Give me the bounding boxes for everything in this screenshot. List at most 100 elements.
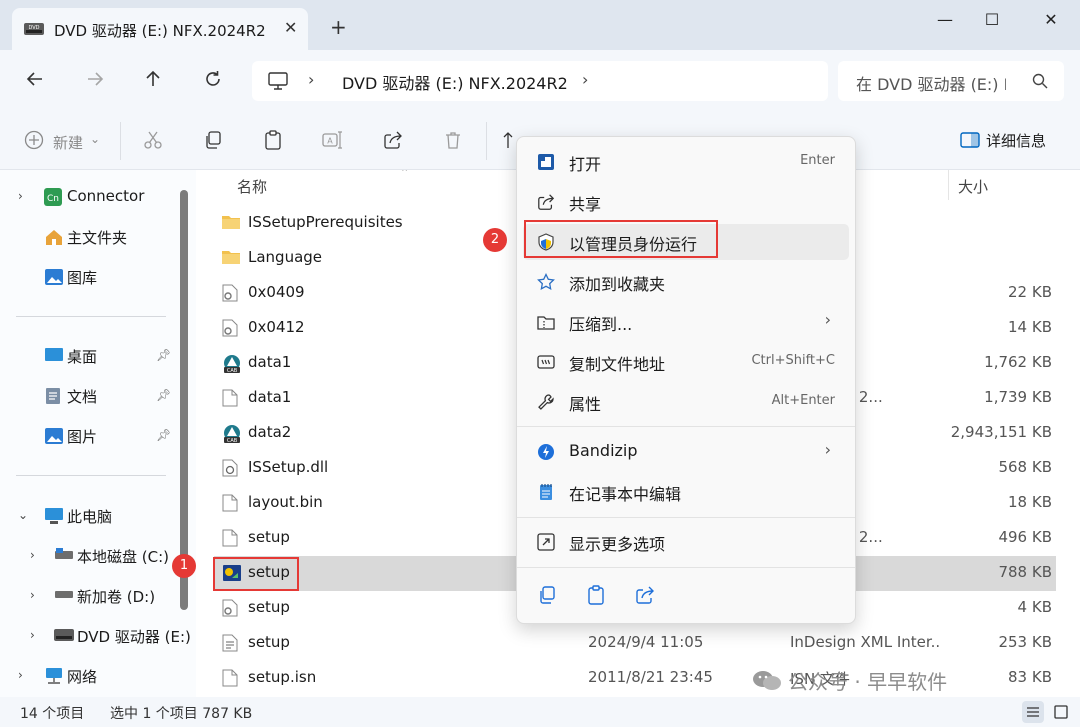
- tiles-view-button[interactable]: [1050, 701, 1072, 723]
- refresh-button[interactable]: [196, 64, 230, 98]
- sidebar-item-home[interactable]: 主文件夹: [0, 220, 180, 254]
- sidebar-item-drive-d[interactable]: › 新加卷 (D:): [0, 579, 180, 613]
- step-badge-1: 1: [172, 554, 196, 578]
- details-button[interactable]: 详细信息: [960, 130, 1046, 151]
- file-size: 83 KB: [1008, 668, 1052, 686]
- file-name: setup: [248, 633, 290, 651]
- svg-text:CAB: CAB: [227, 438, 238, 444]
- column-divider[interactable]: [948, 170, 949, 200]
- file-name: data1: [248, 388, 292, 406]
- breadcrumb-chevron-icon[interactable]: ›: [582, 70, 588, 89]
- up-button[interactable]: [136, 64, 170, 98]
- close-window-button[interactable]: ✕: [1026, 6, 1076, 34]
- pin-icon[interactable]: 📌︎: [156, 388, 171, 402]
- sidebar-item-label: 此电脑: [67, 508, 113, 526]
- copy-icon[interactable]: [203, 130, 223, 154]
- file-name: ISSetup.dll: [248, 458, 329, 476]
- menu-share-icon[interactable]: [635, 585, 655, 609]
- bandizip-icon: [537, 443, 555, 465]
- chevron-right-icon[interactable]: ›: [18, 189, 23, 203]
- menu-item-notepad[interactable]: 在记事本中编辑: [523, 474, 849, 510]
- back-button[interactable]: [18, 64, 52, 98]
- monitor-icon: [268, 72, 288, 94]
- menu-item-more-options[interactable]: 显示更多选项: [523, 524, 849, 560]
- menu-item-properties[interactable]: 属性 Alt+Enter: [523, 384, 849, 420]
- connector-app-icon: Cn: [44, 188, 62, 210]
- menu-shortcut: Enter: [800, 153, 835, 168]
- address-row: › DVD 驱动器 (E:) NFX.2024R2 › 在 DVD 驱动器 (E…: [0, 50, 1080, 112]
- forward-button[interactable]: [78, 64, 112, 98]
- share-icon[interactable]: [383, 130, 403, 154]
- pictures-icon: [44, 427, 64, 449]
- file-icon: [222, 389, 238, 411]
- new-icon[interactable]: [24, 130, 44, 154]
- settings-file-icon: [222, 319, 238, 341]
- file-name: setup: [248, 528, 290, 546]
- chevron-down-icon[interactable]: ⌄: [18, 508, 28, 522]
- sort-icon[interactable]: [503, 130, 517, 154]
- menu-item-copy-path[interactable]: 复制文件地址 Ctrl+Shift+C: [523, 344, 849, 380]
- sidebar-item-label: 网络: [67, 668, 98, 686]
- menu-item-share[interactable]: 共享: [523, 184, 849, 220]
- menu-item-add-favorites[interactable]: 添加到收藏夹: [523, 264, 849, 300]
- menu-item-bandizip[interactable]: Bandizip ›: [523, 434, 849, 470]
- share-icon: [537, 193, 555, 215]
- tab-close-icon[interactable]: ✕: [284, 18, 297, 37]
- chevron-right-icon[interactable]: ›: [30, 628, 35, 642]
- minimize-button[interactable]: —: [920, 6, 970, 34]
- sort-ascending-icon: ⌃: [400, 170, 410, 179]
- new-tab-button[interactable]: +: [330, 17, 347, 37]
- pin-icon[interactable]: 📌︎: [156, 348, 171, 362]
- chevron-right-icon[interactable]: ›: [30, 548, 35, 562]
- file-icon: [222, 669, 238, 691]
- window-tab[interactable]: DVD DVD 驱动器 (E:) NFX.2024R2 ✕: [12, 8, 308, 50]
- menu-item-label: Bandizip: [569, 441, 638, 460]
- new-button[interactable]: 新建: [53, 132, 83, 153]
- column-header-name[interactable]: 名称: [237, 176, 267, 197]
- toolbar-divider: [486, 122, 487, 160]
- menu-item-compress[interactable]: 压缩到... ›: [523, 304, 849, 340]
- sidebar-item-documents[interactable]: 文档 📌︎: [0, 379, 180, 413]
- delete-icon[interactable]: [443, 130, 463, 154]
- paste-icon[interactable]: [263, 130, 283, 154]
- sidebar-item-this-pc[interactable]: ⌄ 此电脑: [0, 499, 180, 533]
- watermark-text: 公众号 · 早早软件: [788, 670, 948, 694]
- sidebar-item-dvd-e[interactable]: › DVD 驱动器 (E:): [0, 619, 191, 653]
- chevron-down-icon[interactable]: ⌄: [90, 132, 100, 146]
- file-size: 2,943,151 KB: [950, 423, 1052, 441]
- folder-icon: [222, 214, 240, 234]
- title-bar: DVD DVD 驱动器 (E:) NFX.2024R2 ✕ + — ☐ ✕: [0, 0, 1080, 50]
- settings-file-icon: [222, 599, 238, 621]
- sidebar-item-desktop[interactable]: 桌面 📌︎: [0, 339, 180, 373]
- arrow-left-icon: [26, 72, 42, 86]
- menu-item-open[interactable]: 打开 Enter: [523, 144, 849, 180]
- tiles-view-icon: [1054, 705, 1068, 719]
- breadcrumb-chevron-icon[interactable]: ›: [308, 70, 314, 89]
- sidebar-item-pictures[interactable]: 图片 📌︎: [0, 419, 180, 453]
- menu-copy-icon[interactable]: [537, 585, 557, 609]
- folder-icon: [222, 249, 240, 269]
- rename-icon[interactable]: A: [322, 130, 342, 154]
- menu-paste-icon[interactable]: [586, 585, 606, 609]
- sidebar-item-gallery[interactable]: 图库: [0, 260, 180, 294]
- sidebar-item-drive-c[interactable]: › 本地磁盘 (C:): [0, 539, 180, 573]
- menu-item-label: 显示更多选项: [569, 535, 666, 554]
- chevron-right-icon[interactable]: ›: [30, 588, 35, 602]
- desktop-icon: [44, 347, 64, 367]
- pin-icon[interactable]: 📌︎: [156, 428, 171, 442]
- sidebar-item-connector[interactable]: › Cn Connector: [0, 180, 180, 214]
- file-row[interactable]: setup 2024/9/4 11:05 InDesign XML Inter...…: [214, 626, 1056, 661]
- details-view-button[interactable]: [1022, 701, 1044, 723]
- menu-divider: [517, 426, 855, 427]
- sidebar-item-network[interactable]: › 网络: [0, 659, 180, 693]
- watermark: 公众号 · 早早软件: [752, 666, 947, 698]
- search-box[interactable]: 在 DVD 驱动器 (E:) NFX.2024R2 中搜索: [838, 61, 1064, 101]
- sidebar-scrollbar[interactable]: [180, 190, 188, 610]
- breadcrumb-path[interactable]: DVD 驱动器 (E:) NFX.2024R2: [342, 70, 568, 94]
- chevron-right-icon[interactable]: ›: [18, 668, 23, 682]
- context-menu: 打开 Enter 共享 以管理员身份运行 添加到收藏夹 压缩到... › 复制文…: [516, 136, 856, 624]
- cut-icon[interactable]: [143, 130, 163, 154]
- maximize-button[interactable]: ☐: [967, 6, 1017, 34]
- address-bar[interactable]: › DVD 驱动器 (E:) NFX.2024R2 ›: [252, 61, 828, 101]
- column-header-size[interactable]: 大小: [958, 176, 988, 197]
